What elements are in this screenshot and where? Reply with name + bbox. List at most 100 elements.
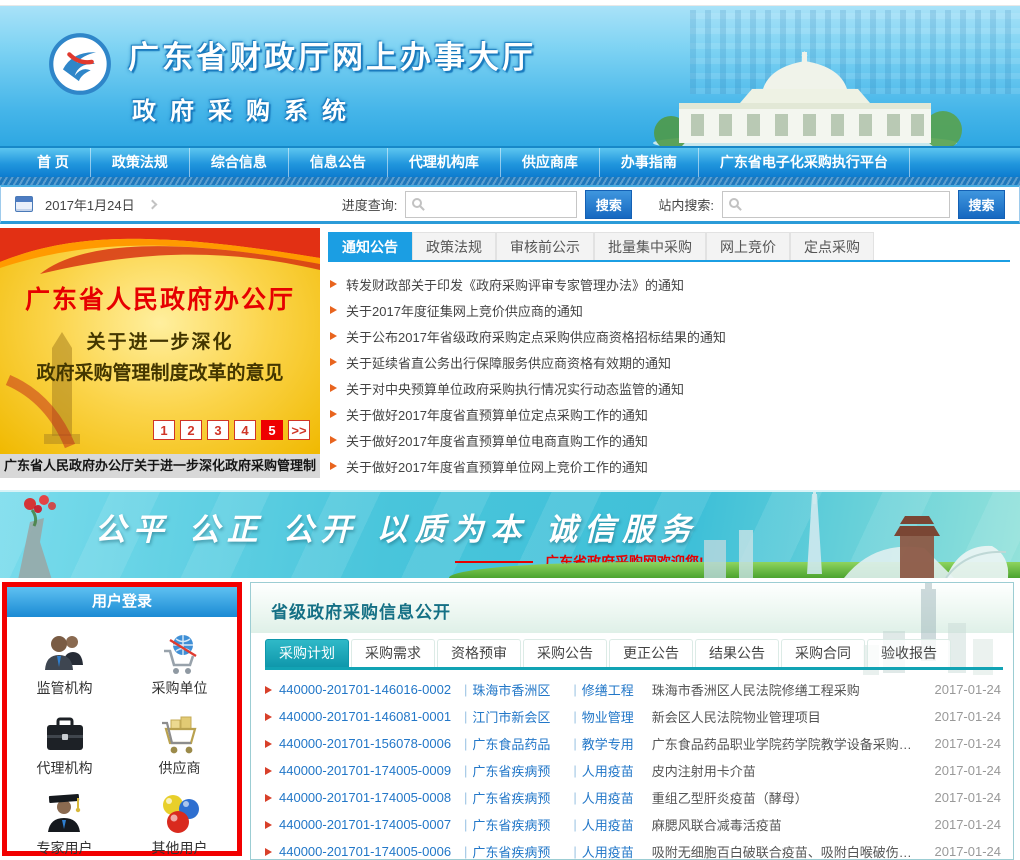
arrow-bullet-icon [265,740,272,748]
login-user[interactable]: 供应商 [122,701,237,781]
statue-flowers-decoration [0,492,90,578]
user-icon [41,786,89,836]
table-row[interactable]: 440000-201701-156078-0006 | 广东食品药品 | 教学专… [263,730,1001,757]
info-tab[interactable]: 验收报告 [867,639,951,667]
row-project-id: 440000-201701-146081-0001 [279,709,459,724]
toolbar: 2017年1月24日 进度查询: 搜索 站内搜索: 搜索 [0,185,1020,224]
arrow-bullet-icon [330,410,337,418]
notice-item[interactable]: 关于做好2017年度省直预算单位电商直购工作的通知 [328,427,1010,453]
carousel-slide[interactable]: 广东省人民政府办公厅 关于进一步深化 政府采购管理制度改革的意见 1 2 3 4… [0,228,320,454]
nav-item[interactable]: 办事指南 [600,148,699,177]
red-ribbon-decoration [0,228,320,280]
notice-item[interactable]: 关于2017年度征集网上竞价供应商的通知 [328,297,1010,323]
separator: | [464,709,467,724]
carousel-caption[interactable]: 广东省人民政府办公厅关于进一步深化政府采购管理制 [0,454,320,478]
site-search-button[interactable]: 搜索 [958,190,1005,219]
row-project-id: 440000-201701-174005-0009 [279,763,459,778]
login-user[interactable]: 其他用户 [122,781,237,860]
info-tab[interactable]: 采购合同 [781,639,865,667]
arrow-bullet-icon [265,686,272,694]
user-icon [156,626,204,676]
nav-item[interactable]: 供应商库 [501,148,600,177]
notice-item[interactable]: 关于延续省直公务出行保障服务供应商资格有效期的通知 [328,349,1010,375]
table-row[interactable]: 440000-201701-174005-0009 | 广东省疾病预 | 人用疫… [263,757,1001,784]
progress-search-button[interactable]: 搜索 [585,190,632,219]
arrow-bullet-icon [330,358,337,366]
row-title: 麻腮风联合减毒活疫苗 [652,815,923,834]
info-tab[interactable]: 采购需求 [351,639,435,667]
info-tab[interactable]: 采购公告 [523,639,607,667]
carousel-title: 广东省人民政府办公厅 [0,280,320,316]
main-nav: 首 页 政策法规 综合信息 信息公告 代理机构库 供应商库 办事指南 广东省电子… [0,148,1020,185]
table-row[interactable]: 440000-201701-146016-0002 | 珠海市香洲区 | 修缮工… [263,676,1001,703]
info-tab[interactable]: 结果公告 [695,639,779,667]
login-header[interactable]: 用户登录 [7,587,237,617]
notice-item[interactable]: 转发财政部关于印发《政府采购评审专家管理办法》的通知 [328,271,1010,297]
carousel-page-button[interactable]: 1 [153,420,175,440]
nav-item[interactable]: 信息公告 [289,148,388,177]
carousel-page-button[interactable]: 4 [234,420,256,440]
notice-item[interactable]: 关于做好2017年度省直预算单位定点采购工作的通知 [328,401,1010,427]
login-user[interactable]: 监管机构 [7,621,122,701]
carousel-next-button[interactable]: >> [288,420,310,440]
notice-tab[interactable]: 通知公告 [328,232,412,260]
row-title: 重组乙型肝炎疫苗（酵母） [652,788,923,807]
info-tab[interactable]: 采购计划 [265,639,349,667]
table-row[interactable]: 440000-201701-174005-0007 | 广东省疾病预 | 人用疫… [263,811,1001,838]
carousel-page-button[interactable]: 5 [261,420,283,440]
site-search-box [722,191,950,218]
nav-hatch-decoration [0,177,1020,185]
row-region: 广东省疾病预 [472,788,568,807]
nav-item[interactable]: 政策法规 [91,148,190,177]
notice-tab[interactable]: 批量集中采购 [594,232,706,260]
nav-item[interactable]: 广东省电子化采购执行平台 [699,148,910,177]
notice-item[interactable]: 关于做好2017年度省直预算单位网上竞价工作的通知 [328,453,1010,479]
separator: | [464,682,467,697]
arrow-bullet-icon [330,306,337,314]
info-tab[interactable]: 更正公告 [609,639,693,667]
notice-item-text: 转发财政部关于印发《政府采购评审专家管理办法》的通知 [346,275,684,294]
arrow-bullet-icon [265,794,272,802]
site-subtitle: 政府采购系统 [132,91,536,126]
notice-item[interactable]: 关于公布2017年省级政府采购定点采购供应商资格招标结果的通知 [328,323,1010,349]
user-icon [156,706,204,756]
notice-item-text: 关于做好2017年度省直预算单位定点采购工作的通知 [346,405,648,424]
nav-item[interactable]: 综合信息 [190,148,289,177]
login-user[interactable]: 采购单位 [122,621,237,701]
progress-search-box [405,191,577,218]
table-row[interactable]: 440000-201701-146081-0001 | 江门市新会区 | 物业管… [263,703,1001,730]
login-user-label: 专家用户 [37,838,93,858]
red-line-decoration [455,561,533,563]
row-date: 2017-01-24 [923,682,1001,697]
login-user[interactable]: 专家用户 [7,781,122,860]
progress-search-input[interactable] [427,193,576,216]
row-project-id: 440000-201701-174005-0008 [279,790,459,805]
row-region: 广东省疾病预 [472,815,568,834]
info-tabbar: 采购计划 采购需求 资格预审 采购公告 更正公告 结果公告 采购合同 验收报告 [265,639,1003,670]
info-tab[interactable]: 资格预审 [437,639,521,667]
separator: | [573,709,576,724]
table-row[interactable]: 440000-201701-174005-0008 | 广东省疾病预 | 人用疫… [263,784,1001,811]
nav-item[interactable]: 首 页 [16,148,91,177]
table-row[interactable]: 440000-201701-174005-0006 | 广东省疾病预 | 人用疫… [263,838,1001,860]
login-user-label: 代理机构 [37,758,93,778]
login-user[interactable]: 代理机构 [7,701,122,781]
search-icon [412,198,422,208]
separator: | [464,790,467,805]
site-search-input[interactable] [744,193,949,216]
row-category: 人用疫苗 [582,842,646,860]
row-date: 2017-01-24 [923,844,1001,859]
nav-item[interactable]: 代理机构库 [388,148,501,177]
notice-tab[interactable]: 审核前公示 [496,232,594,260]
login-panel: 用户登录 监管机构 采购单位 代理机构 [2,582,242,856]
notice-list: 转发财政部关于印发《政府采购评审专家管理办法》的通知 关于2017年度征集网上竞… [328,271,1010,479]
notice-item[interactable]: 关于对中央预算单位政府采购执行情况实行动态监管的通知 [328,375,1010,401]
notice-tab[interactable]: 网上竞价 [706,232,790,260]
carousel-page-button[interactable]: 3 [207,420,229,440]
notice-tab[interactable]: 政策法规 [412,232,496,260]
carousel-page-button[interactable]: 2 [180,420,202,440]
notice-tab[interactable]: 定点采购 [790,232,874,260]
row-project-id: 440000-201701-146016-0002 [279,682,459,697]
search-icon [729,198,739,208]
city-skyline-decoration [684,492,1014,578]
